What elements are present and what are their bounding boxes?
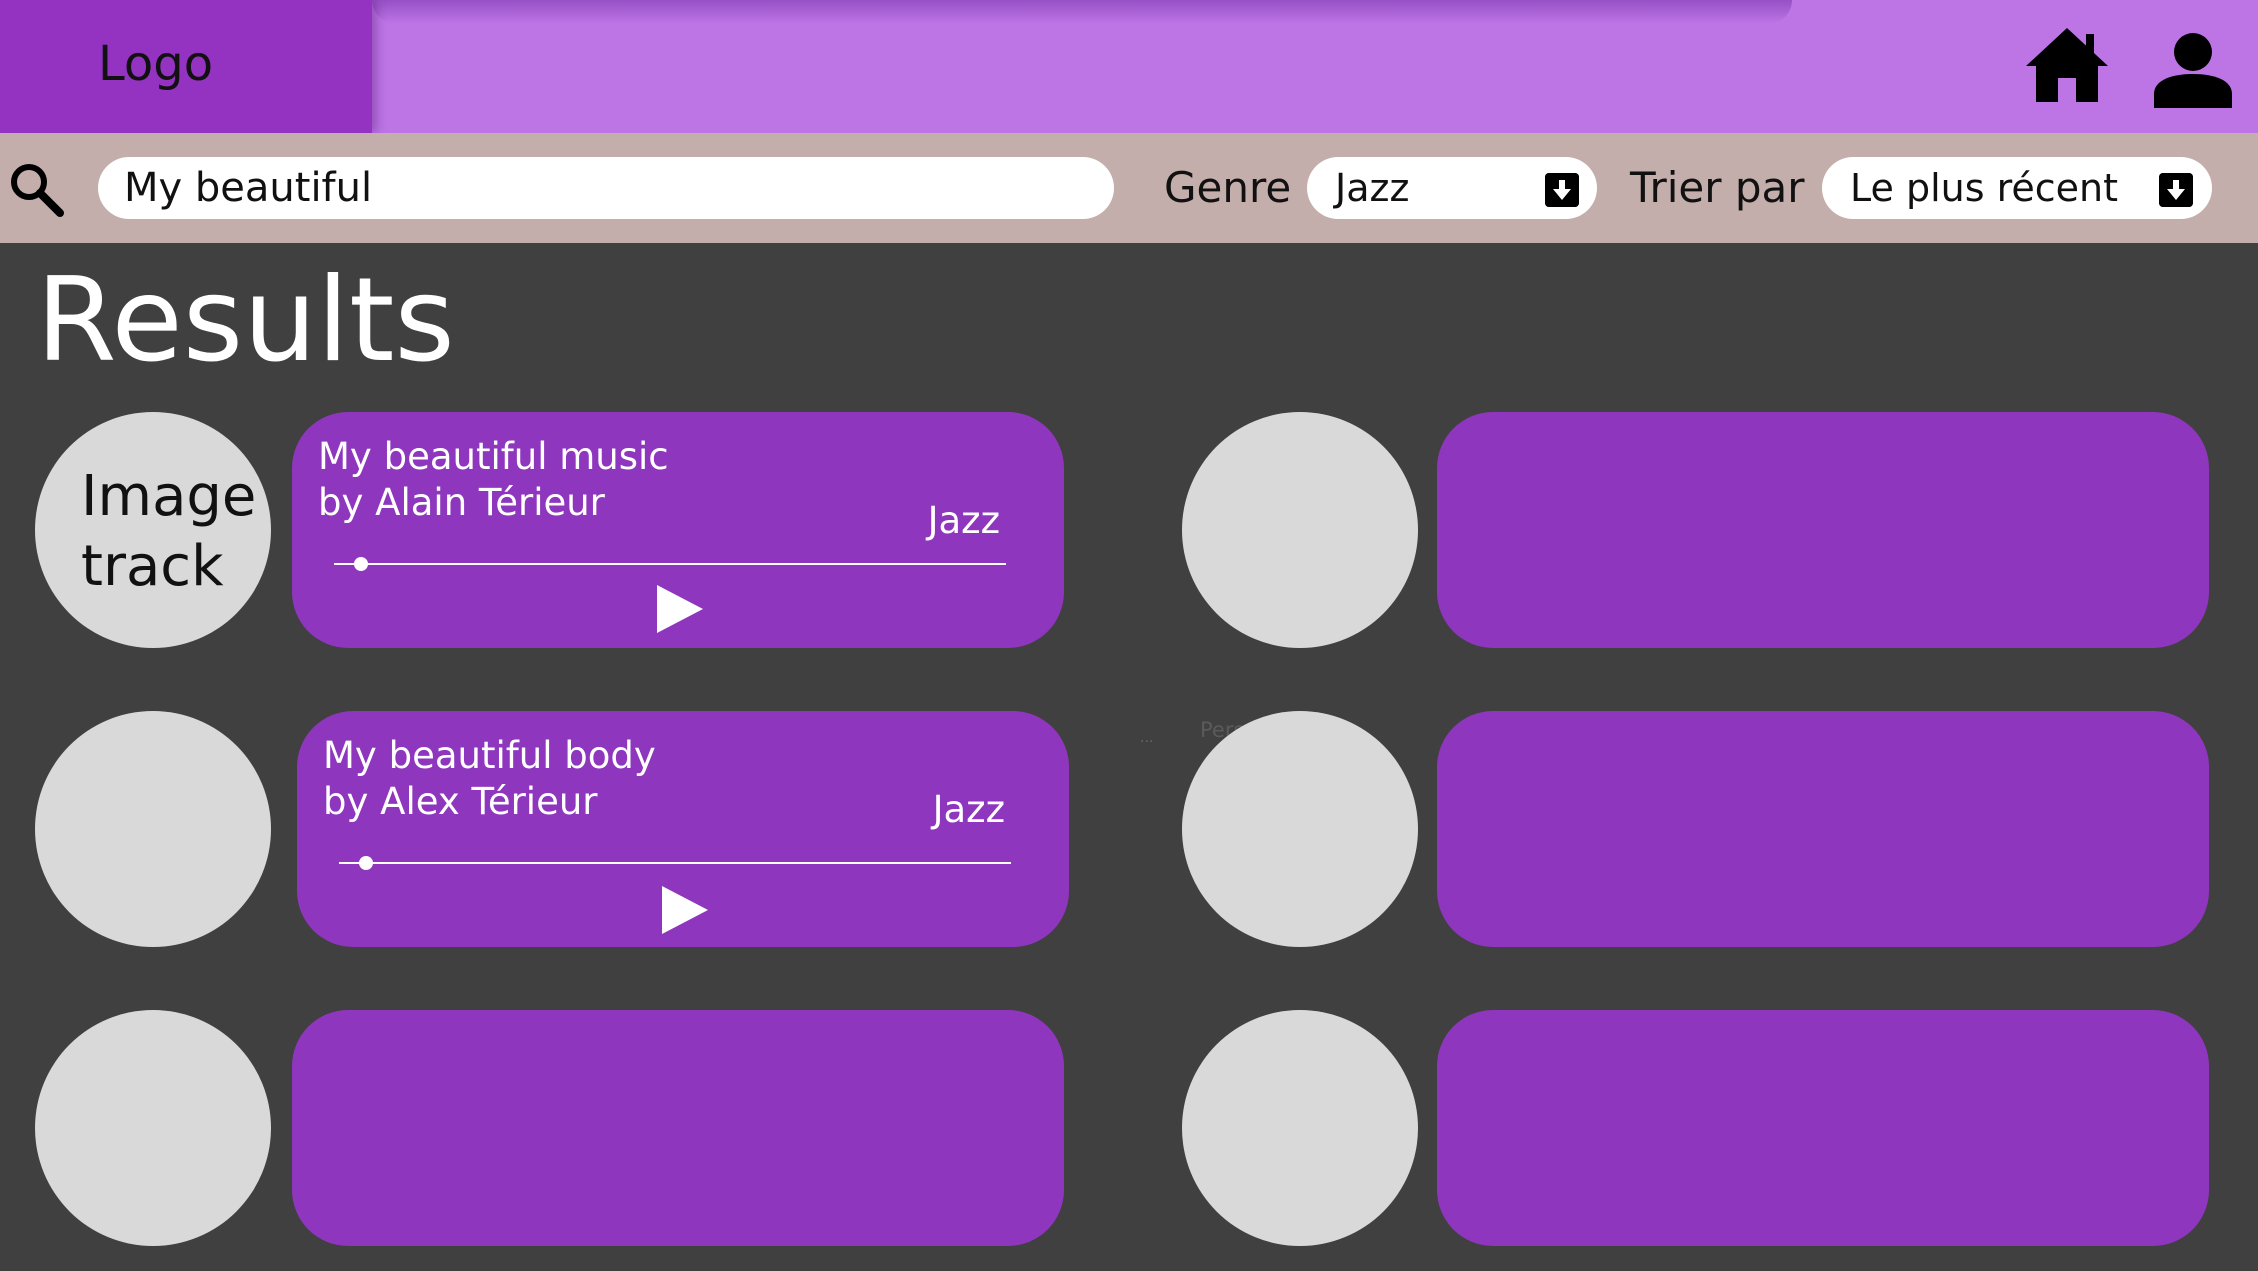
sort-label: Trier par — [1630, 163, 1805, 212]
header-shadow — [372, 0, 1792, 24]
track-card[interactable] — [1437, 1010, 2209, 1246]
track-image[interactable] — [1182, 711, 1418, 947]
track-title-line: My beautiful body — [323, 734, 656, 777]
track-artist-line: by Alex Térieur — [323, 780, 598, 823]
search-input[interactable] — [98, 157, 1114, 219]
genre-select[interactable]: Jazz — [1307, 157, 1597, 219]
filter-bar: Genre Jazz Trier par Le plus récent — [0, 133, 2258, 243]
track-image[interactable] — [1182, 412, 1418, 648]
results-title: Results — [36, 253, 455, 388]
sort-select[interactable]: Le plus récent — [1822, 157, 2212, 219]
track-card[interactable] — [1437, 412, 2209, 648]
track-artist-line: by Alain Térieur — [318, 481, 605, 524]
chevron-down-icon — [2159, 173, 2193, 207]
chevron-down-icon — [1545, 173, 1579, 207]
logo-text: Logo — [98, 36, 214, 92]
top-header: Logo — [0, 0, 2258, 133]
track-image-label: Image track — [81, 464, 257, 599]
track-image[interactable]: Image track — [35, 412, 271, 648]
track-image[interactable] — [35, 1010, 271, 1246]
user-icon[interactable] — [2154, 32, 2232, 108]
home-icon[interactable] — [2026, 28, 2108, 102]
ghost-ellipsis: ... — [1140, 730, 1154, 746]
play-icon[interactable] — [660, 885, 710, 935]
track-image[interactable] — [1182, 1010, 1418, 1246]
track-genre: Jazz — [927, 499, 1000, 542]
track-title: My beautiful body by Alex Térieur — [323, 733, 656, 825]
genre-select-value: Jazz — [1335, 166, 1410, 210]
track-title-line: My beautiful music — [318, 435, 669, 478]
track-card[interactable] — [1437, 711, 2209, 947]
track-card[interactable]: My beautiful body by Alex Térieur Jazz — [297, 711, 1069, 947]
logo[interactable]: Logo — [0, 0, 372, 133]
track-card[interactable] — [292, 1010, 1064, 1246]
page: Logo Genre Jazz Trier par Le p — [0, 0, 2258, 1271]
slider-handle[interactable] — [358, 856, 373, 870]
track-progress-slider[interactable] — [334, 557, 1006, 571]
search-icon[interactable] — [8, 161, 64, 217]
track-title: My beautiful music by Alain Térieur — [318, 434, 669, 526]
track-image[interactable] — [35, 711, 271, 947]
sort-select-value: Le plus récent — [1850, 166, 2119, 210]
track-progress-slider[interactable] — [339, 856, 1011, 870]
slider-handle[interactable] — [353, 557, 368, 571]
play-icon[interactable] — [655, 584, 705, 634]
track-genre: Jazz — [932, 788, 1005, 831]
genre-label: Genre — [1164, 163, 1292, 212]
track-card[interactable]: My beautiful music by Alain Térieur Jazz — [292, 412, 1064, 648]
